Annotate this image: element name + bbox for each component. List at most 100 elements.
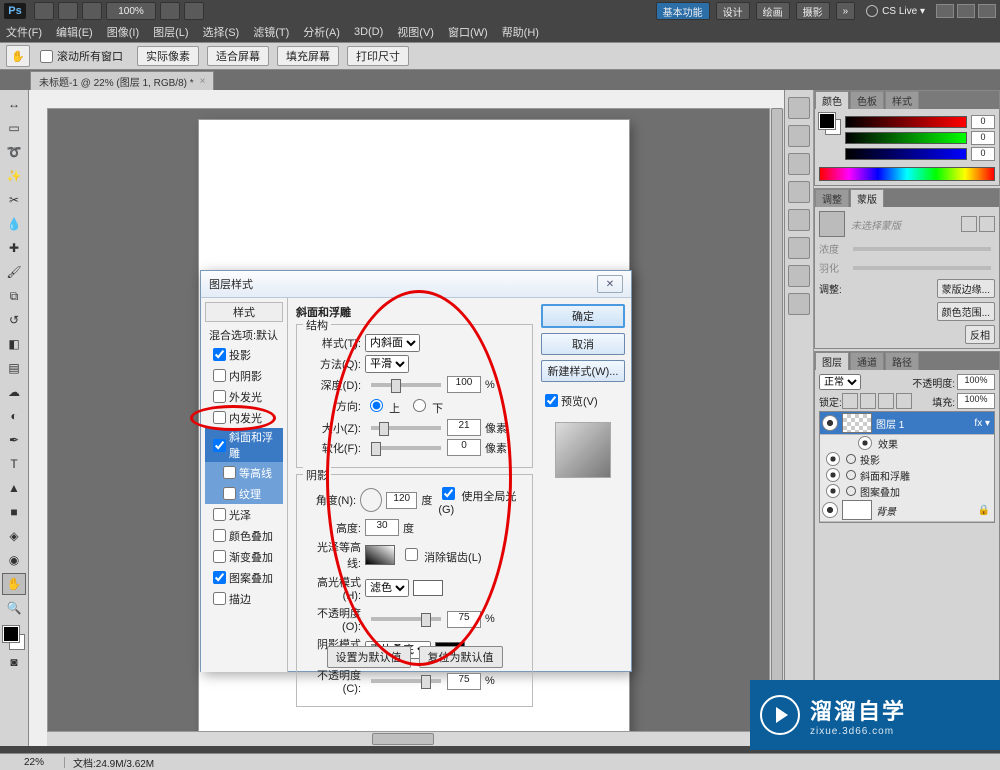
- style-pattern-overlay[interactable]: 图案叠加: [205, 567, 283, 588]
- actual-pixels-button[interactable]: 实际像素: [137, 46, 199, 66]
- document-tab[interactable]: 未标题-1 @ 22% (图层 1, RGB/8) * ×: [30, 71, 214, 90]
- brush-tool-icon[interactable]: 🖌: [2, 261, 26, 283]
- dock-icon-1[interactable]: [788, 97, 810, 119]
- hue-strip[interactable]: [819, 167, 995, 181]
- scroll-all-checkbox[interactable]: [40, 50, 53, 63]
- gradient-tool-icon[interactable]: ▤: [2, 357, 26, 379]
- tab-swatch[interactable]: 色板: [850, 91, 884, 109]
- hi-color-swatch[interactable]: [413, 580, 443, 596]
- g-value[interactable]: 0: [971, 131, 995, 145]
- scroll-thumb-h[interactable]: [372, 733, 434, 745]
- style-grad-overlay[interactable]: 渐变叠加: [205, 546, 283, 567]
- hand-tool-icon[interactable]: ✋: [6, 45, 30, 67]
- layer-row-1[interactable]: 图层 1 fx ▾: [820, 412, 994, 435]
- menu-layer[interactable]: 图层(L): [153, 24, 188, 40]
- layer-row-bg[interactable]: 背景 🔒: [820, 499, 994, 522]
- scroll-thumb-v[interactable]: [771, 108, 783, 732]
- wand-tool-icon[interactable]: ✨: [2, 165, 26, 187]
- visibility-icon[interactable]: [822, 415, 838, 431]
- status-doc[interactable]: 文档:24.9M/3.62M: [65, 755, 162, 770]
- preview-checkbox[interactable]: 预览(V): [541, 391, 625, 410]
- restore-icon[interactable]: [957, 4, 975, 18]
- angle-dial[interactable]: [360, 488, 382, 512]
- tab-adjust[interactable]: 调整: [815, 189, 849, 207]
- soft-value[interactable]: 0: [447, 439, 481, 456]
- zoom-level[interactable]: 100%: [106, 2, 156, 20]
- fx-item-drop[interactable]: 投影: [820, 451, 994, 467]
- ok-button[interactable]: 确定: [541, 304, 625, 328]
- zoom-tool-icon[interactable]: 🔍: [2, 597, 26, 619]
- launch-bridge-icon[interactable]: [34, 2, 54, 20]
- cs-live-button[interactable]: CS Live ▾: [866, 5, 925, 17]
- eyedropper-tool-icon[interactable]: 💧: [2, 213, 26, 235]
- menu-select[interactable]: 选择(S): [203, 24, 240, 40]
- fill-value[interactable]: 100%: [957, 393, 995, 409]
- scrollbar-vertical[interactable]: [769, 108, 784, 732]
- style-color-overlay[interactable]: 颜色叠加: [205, 525, 283, 546]
- blend-options[interactable]: 混合选项:默认: [205, 326, 283, 344]
- minimize-icon[interactable]: [936, 4, 954, 18]
- screen-mode-icon[interactable]: [184, 2, 204, 20]
- dock-icon-8[interactable]: [788, 293, 810, 315]
- invert-button[interactable]: 反相: [965, 325, 995, 344]
- dialog-titlebar[interactable]: 图层样式 ✕: [201, 271, 631, 298]
- hi-op-slider[interactable]: [371, 617, 441, 621]
- workspace-design[interactable]: 设计: [716, 2, 750, 20]
- layer-name[interactable]: 图层 1: [876, 416, 904, 431]
- color-range-button[interactable]: 颜色范围...: [937, 302, 995, 321]
- layer-name[interactable]: 背景: [876, 503, 896, 518]
- depth-slider[interactable]: [371, 383, 441, 387]
- menu-file[interactable]: 文件(F): [6, 24, 42, 40]
- style-bevel[interactable]: 斜面和浮雕: [205, 428, 283, 462]
- b-value[interactable]: 0: [971, 147, 995, 161]
- depth-value[interactable]: 100: [447, 376, 481, 393]
- fit-screen-button[interactable]: 适合屏幕: [207, 46, 269, 66]
- size-slider[interactable]: [371, 426, 441, 430]
- shape-tool-icon[interactable]: ■: [2, 501, 26, 523]
- angle-value[interactable]: 120: [386, 492, 417, 509]
- tab-layers[interactable]: 图层: [815, 352, 849, 370]
- scrollbar-horizontal[interactable]: [47, 731, 770, 746]
- history-brush-icon[interactable]: ↺: [2, 309, 26, 331]
- style-drop[interactable]: 投影: [205, 344, 283, 365]
- lock-pos-icon[interactable]: [878, 393, 894, 409]
- style-texture[interactable]: 纹理: [205, 483, 283, 504]
- menu-3d[interactable]: 3D(D): [354, 26, 383, 38]
- path-select-icon[interactable]: ▲: [2, 477, 26, 499]
- print-size-button[interactable]: 打印尺寸: [347, 46, 409, 66]
- lock-trans-icon[interactable]: [842, 393, 858, 409]
- style-contour[interactable]: 等高线: [205, 462, 283, 483]
- gloss-contour-picker[interactable]: [365, 545, 395, 565]
- sh-op-value[interactable]: 75: [447, 673, 481, 690]
- fg-color-swatch[interactable]: [3, 626, 19, 642]
- dock-icon-7[interactable]: [788, 265, 810, 287]
- dock-icon-2[interactable]: [788, 125, 810, 147]
- tab-color[interactable]: 颜色: [815, 91, 849, 109]
- dialog-close-icon[interactable]: ✕: [597, 275, 623, 293]
- arrange-docs-icon[interactable]: [160, 2, 180, 20]
- hi-mode-select[interactable]: 滤色: [365, 579, 409, 597]
- lock-pixels-icon[interactable]: [860, 393, 876, 409]
- menu-image[interactable]: 图像(I): [107, 24, 139, 40]
- quickmask-icon[interactable]: ◙: [2, 651, 26, 673]
- ruler-vertical[interactable]: [29, 108, 48, 746]
- workspace-paint[interactable]: 绘画: [756, 2, 790, 20]
- alt-value[interactable]: 30: [365, 519, 399, 536]
- eraser-tool-icon[interactable]: ◧: [2, 333, 26, 355]
- dock-icon-3[interactable]: [788, 153, 810, 175]
- visibility-icon[interactable]: [822, 502, 838, 518]
- dock-icon-6[interactable]: [788, 237, 810, 259]
- style-inner-glow[interactable]: 内发光: [205, 407, 283, 428]
- opacity-value[interactable]: 100%: [957, 374, 995, 390]
- marquee-tool-icon[interactable]: ▭: [2, 117, 26, 139]
- menu-edit[interactable]: 编辑(E): [56, 24, 93, 40]
- hi-op-value[interactable]: 75: [447, 611, 481, 628]
- ruler-horizontal[interactable]: [47, 90, 784, 109]
- style-outer-glow[interactable]: 外发光: [205, 386, 283, 407]
- style-stroke[interactable]: 描边: [205, 588, 283, 609]
- tab-styles[interactable]: 样式: [885, 91, 919, 109]
- menu-view[interactable]: 视图(V): [397, 24, 434, 40]
- cancel-button[interactable]: 取消: [541, 333, 625, 355]
- r-value[interactable]: 0: [971, 115, 995, 129]
- menu-filter[interactable]: 滤镜(T): [253, 24, 289, 40]
